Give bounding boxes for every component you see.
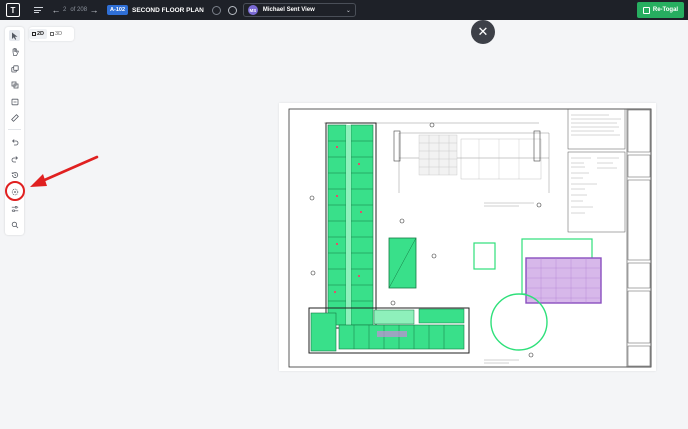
view-2d-button[interactable]: 2D [29,29,48,39]
page-of: of 208 [70,7,88,13]
select-pointer-icon[interactable] [9,30,20,41]
view-3d-label: 3D [55,31,63,37]
view-selector[interactable]: MS Michael Sent View ⌄ [242,3,356,17]
layers-icon[interactable] [9,79,20,90]
left-toolbar [5,27,24,235]
page-current: 2 [63,7,67,13]
tool-highlight-ring [5,181,25,201]
undo-icon[interactable] [9,136,20,147]
chevron-down-icon: ⌄ [345,7,351,14]
sheet-status-icon[interactable] [211,5,221,15]
re-togal-label: Re-Togal [652,7,679,13]
re-togal-icon [642,6,650,14]
toolbar-divider [8,129,21,130]
top-bar: T ← 2 of 208 → A-102 SECOND FLOOR PLAN M… [0,0,688,20]
view-mode-toggle: 2D 3D [29,27,74,41]
view-3d-button[interactable]: 3D [47,29,65,39]
sheet-code-badge: A-102 [107,5,129,15]
floor-plan-sheet[interactable] [279,103,656,371]
sliders-icon[interactable] [9,203,20,214]
search-icon[interactable] [9,219,20,230]
view-avatar: MS [247,5,258,15]
redo-icon[interactable] [9,153,20,164]
previous-sheet-icon[interactable]: ← [51,5,61,15]
ruler-icon[interactable] [9,112,20,123]
pan-hand-icon[interactable] [9,46,20,57]
close-icon: ✕ [477,24,489,39]
view-2d-label: 2D [37,31,45,37]
floor-plan-drawing [288,108,652,368]
re-togal-button[interactable]: Re-Togal [637,2,684,18]
history-icon[interactable] [9,169,20,180]
view-name: Michael Sent View [262,7,315,13]
app-logo-icon[interactable]: T [6,3,20,17]
2d-icon [32,32,36,36]
sheet-settings-icon[interactable] [227,5,237,15]
3d-icon [50,32,55,36]
sheet-list-menu-icon[interactable] [34,4,46,16]
frame-icon[interactable] [9,96,20,107]
next-sheet-icon[interactable]: → [89,5,99,15]
copy-icon[interactable] [9,63,20,74]
close-button[interactable]: ✕ [471,20,495,44]
sheet-title: SECOND FLOOR PLAN [132,6,204,14]
